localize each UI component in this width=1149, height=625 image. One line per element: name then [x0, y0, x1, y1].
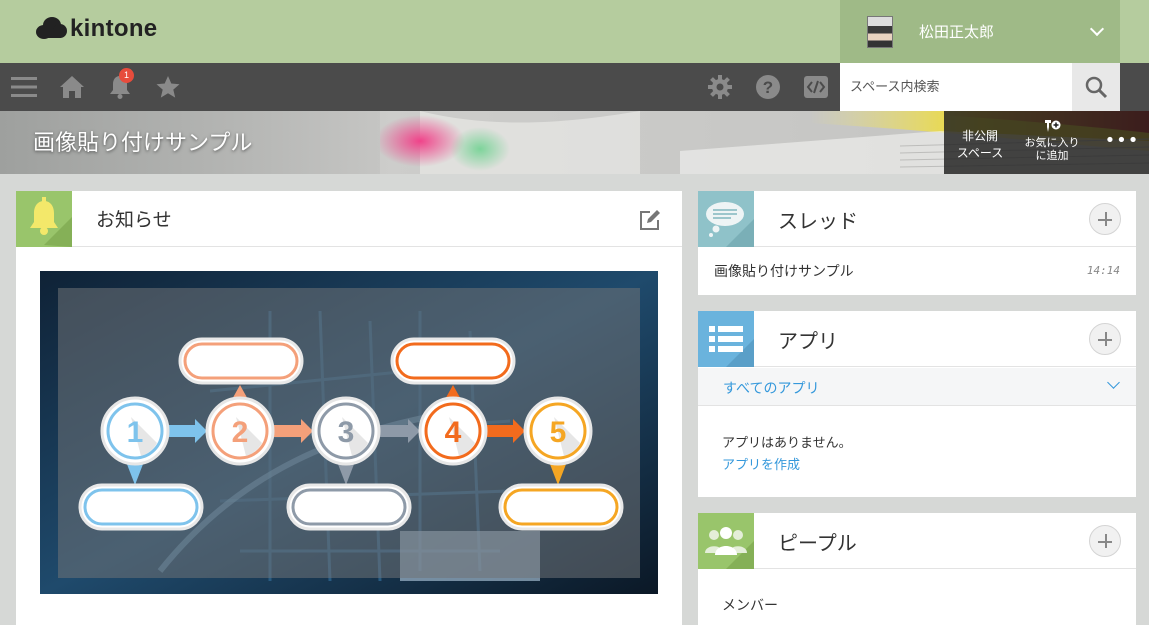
step-number: 5 [550, 416, 567, 449]
private-label-line2: スペース [956, 146, 1004, 160]
kintone-logo[interactable]: kintone [34, 14, 157, 44]
step-number: 3 [338, 416, 355, 449]
notification-badge: 1 [119, 68, 134, 83]
space-search [840, 63, 1120, 111]
people-icon [705, 527, 754, 569]
code-icon [804, 76, 828, 98]
step-number: 4 [445, 416, 462, 449]
people-panel: ピープル メンバー [698, 513, 1136, 625]
people-header: ピープル [698, 513, 1136, 569]
notifications-button[interactable]: 1 [106, 63, 134, 111]
apps-title: アプリ [778, 329, 838, 353]
favorite-label-line2: に追加 [1035, 149, 1069, 162]
private-label-line1: 非公開 [961, 129, 998, 143]
notice-header: お知らせ [16, 191, 682, 247]
top-header: kintone 松田正太郎 [0, 0, 1149, 63]
step-label-inner [183, 342, 299, 380]
home-button[interactable] [58, 63, 86, 111]
settings-button[interactable] [706, 63, 734, 111]
bell-icon [30, 197, 72, 247]
space-actions: 非公開 スペース お気に入り に追加 ••• [944, 111, 1149, 174]
chevron-down-icon [1089, 21, 1105, 37]
search-icon [1085, 76, 1108, 99]
favorite-label-line1: お気に入り [1024, 136, 1080, 149]
add-app-button[interactable] [1089, 323, 1121, 355]
thread-name: 画像貼り付けサンプル [714, 264, 854, 280]
add-thread-button[interactable] [1089, 203, 1121, 235]
apps-empty-message: アプリはありません。 [722, 436, 852, 451]
people-icon-box [698, 513, 754, 569]
menu-button[interactable] [10, 63, 38, 111]
space-search-input[interactable] [840, 63, 1072, 111]
space-header: 画像貼り付けサンプル 非公開 スペース お気に入り に追加 ••• [0, 111, 1149, 174]
global-nav: 1 ? [0, 63, 1149, 111]
private-space-label: 非公開 スペース [944, 111, 1016, 174]
step-number: 1 [127, 416, 144, 449]
thread-item[interactable]: 画像貼り付けサンプル 14:14 [698, 248, 1136, 294]
home-icon [60, 76, 84, 98]
cloud-logo-icon [36, 17, 67, 39]
avatar [867, 15, 893, 48]
favorites-button[interactable] [154, 63, 182, 111]
notice-image: 1 2 3 4 5 [40, 271, 658, 594]
logo-text: kintone [70, 15, 158, 42]
step-label-inner [503, 488, 619, 526]
more-options-button[interactable]: ••• [1099, 111, 1145, 174]
notice-icon-box [16, 191, 72, 247]
apps-filter-label: すべてのアプリ [723, 381, 820, 397]
step-label-inner [291, 488, 407, 526]
thread-title: スレッド [778, 209, 858, 233]
help-button[interactable]: ? [754, 63, 782, 111]
search-button[interactable] [1072, 63, 1120, 111]
apps-filter-dropdown[interactable]: すべてのアプリ [698, 368, 1136, 406]
add-member-button[interactable] [1089, 525, 1121, 557]
app-list-icon [709, 326, 754, 367]
svg-text:?: ? [763, 78, 773, 97]
create-app-link[interactable]: アプリを作成 [722, 454, 800, 473]
notice-panel: お知らせ 1 2 3 4 5 [16, 191, 682, 625]
notice-title: お知らせ [96, 209, 172, 231]
chevron-down-icon [1107, 376, 1120, 389]
api-button[interactable] [802, 63, 830, 111]
star-icon [156, 76, 180, 98]
thread-header: スレッド [698, 191, 1136, 247]
apps-panel: アプリ すべてのアプリ アプリはありません。 アプリを作成 [698, 311, 1136, 497]
edit-notice-button[interactable] [638, 208, 662, 232]
members-label: メンバー [722, 598, 778, 614]
step-number: 2 [232, 416, 249, 449]
thread-icon-box [698, 191, 754, 247]
thread-time: 14:14 [1086, 264, 1120, 277]
apps-header: アプリ [698, 311, 1136, 367]
thread-panel: スレッド 画像貼り付けサンプル 14:14 [698, 191, 1136, 295]
space-title: 画像貼り付けサンプル [33, 131, 253, 156]
help-icon: ? [756, 75, 780, 99]
user-menu[interactable]: 松田正太郎 [840, 0, 1120, 63]
hamburger-icon [11, 77, 37, 97]
pin-add-icon [1045, 120, 1061, 132]
step-label-inner [395, 342, 511, 380]
step-label-inner [83, 488, 199, 526]
add-favorite-button[interactable]: お気に入り に追加 [1016, 111, 1088, 174]
user-name: 松田正太郎 [919, 23, 995, 41]
more-icon: ••• [1104, 130, 1140, 151]
edit-icon [640, 210, 660, 230]
chat-bubble-icon [706, 202, 754, 247]
apps-icon-box [698, 311, 754, 367]
gear-icon [708, 75, 732, 99]
people-title: ピープル [778, 531, 857, 555]
